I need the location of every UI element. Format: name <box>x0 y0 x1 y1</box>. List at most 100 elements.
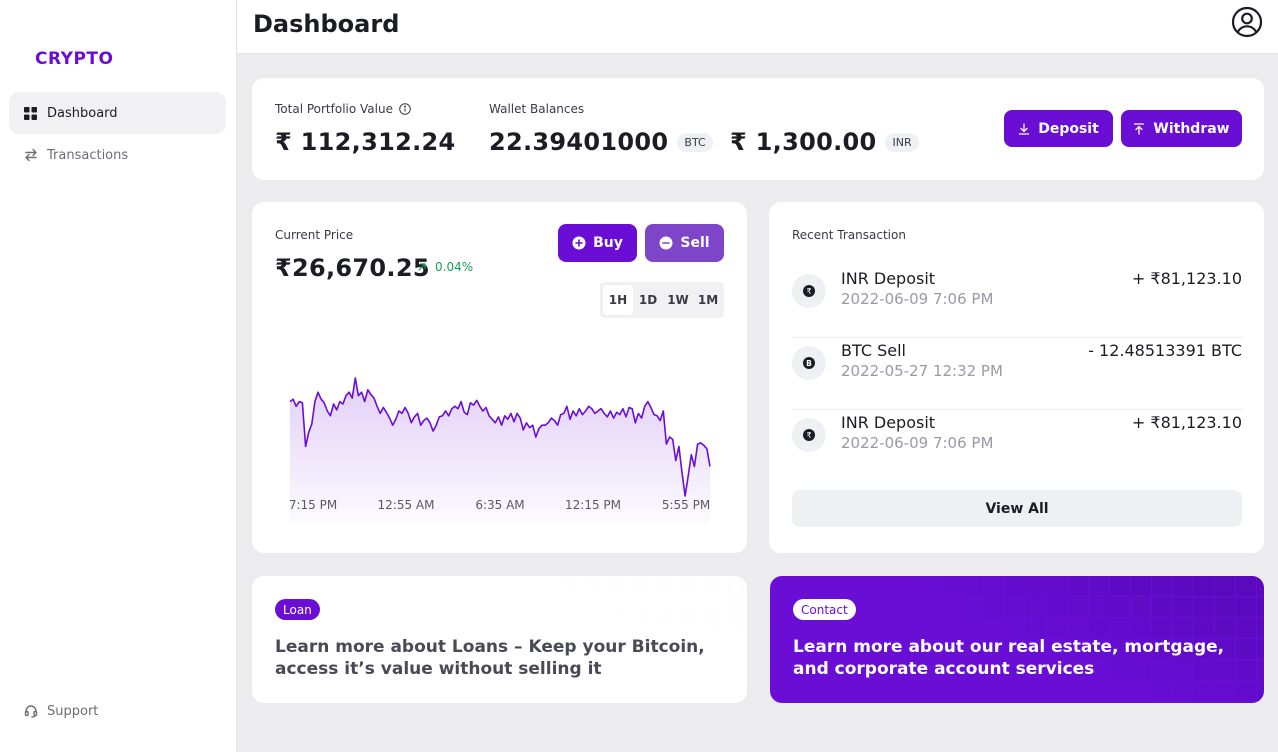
transaction-row[interactable]: B BTC Sell 2022-05-27 12:32 PM - 12.4851… <box>792 338 1242 410</box>
pattern-dot <box>597 579 599 581</box>
transaction-date: 2022-06-09 7:06 PM <box>841 290 994 308</box>
pattern-tile <box>942 576 962 596</box>
pattern-dot <box>585 629 587 631</box>
transaction-date: 2022-05-27 12:32 PM <box>841 362 1003 380</box>
top-header: Dashboard <box>237 0 1278 54</box>
buy-button[interactable]: Buy <box>558 224 637 262</box>
pattern-dot <box>705 629 707 631</box>
pattern-tile <box>963 576 983 596</box>
pattern-dot <box>585 609 587 611</box>
btc-balance-value: 22.39401000 <box>489 128 669 156</box>
pattern-dot <box>573 579 575 581</box>
pattern-tile <box>921 576 941 596</box>
pattern-dot <box>741 589 743 591</box>
pattern-tile <box>984 576 1004 596</box>
sell-button[interactable]: Sell <box>645 224 724 262</box>
pattern-dot <box>501 579 503 581</box>
pattern-dot <box>645 579 647 581</box>
headset-icon <box>23 704 38 719</box>
pattern-dot <box>573 619 575 621</box>
range-1h[interactable]: 1H <box>603 285 633 315</box>
sidebar-item-transactions[interactable]: Transactions <box>9 134 226 176</box>
sidebar: CRYPTO Dashboard Transactions Support <box>0 0 237 752</box>
pattern-dot <box>525 609 527 611</box>
pattern-dot <box>561 629 563 631</box>
contact-promo-card[interactable]: Contact Learn more about our real estate… <box>770 576 1264 703</box>
deposit-button-label: Deposit <box>1038 120 1099 137</box>
pattern-dot <box>657 629 659 631</box>
pattern-dot <box>669 579 671 581</box>
pattern-dot <box>525 589 527 591</box>
pattern-dot <box>549 629 551 631</box>
pattern-dot <box>597 599 599 601</box>
transaction-row[interactable]: ₹ INR Deposit 2022-06-09 7:06 PM + ₹81,1… <box>792 266 1242 338</box>
pattern-dot <box>501 599 503 601</box>
pattern-dot <box>729 609 731 611</box>
info-icon[interactable] <box>399 103 411 115</box>
grid-icon <box>23 106 38 121</box>
pattern-dot <box>657 609 659 611</box>
pattern-dot <box>645 589 647 591</box>
portfolio-card: Total Portfolio Value ₹ 112,312.24 Walle… <box>252 78 1264 180</box>
btc-unit-badge: BTC <box>677 132 713 152</box>
total-portfolio-label: Total Portfolio Value <box>275 102 411 116</box>
withdraw-button[interactable]: Withdraw <box>1121 110 1242 147</box>
pattern-tile <box>1131 576 1151 596</box>
transaction-row[interactable]: ₹ INR Deposit 2022-06-09 7:06 PM + ₹81,1… <box>792 410 1242 482</box>
pattern-tile <box>1068 597 1088 617</box>
pattern-dot <box>705 609 707 611</box>
svg-text:₹: ₹ <box>806 431 811 440</box>
btc-balance: 22.39401000 BTC <box>489 128 713 156</box>
pattern-dot <box>705 589 707 591</box>
inr-unit-badge: INR <box>885 132 919 152</box>
pattern-dot <box>561 619 563 621</box>
withdraw-button-label: Withdraw <box>1153 120 1230 137</box>
pattern-tile <box>1194 576 1214 596</box>
brand-logo[interactable]: CRYPTO <box>35 49 113 69</box>
transaction-title: INR Deposit <box>841 269 936 288</box>
pattern-dot <box>489 579 491 581</box>
download-icon <box>1018 122 1030 135</box>
pattern-dot <box>621 589 623 591</box>
loan-tag: Loan <box>275 599 320 620</box>
pattern-dot <box>657 589 659 591</box>
pattern-tile <box>1110 576 1130 596</box>
pattern-dot <box>537 589 539 591</box>
minus-circle-icon <box>659 236 673 250</box>
pattern-tile <box>1173 618 1193 638</box>
sidebar-item-label: Support <box>47 703 99 719</box>
range-1d[interactable]: 1D <box>633 285 663 315</box>
price-change-value: 0.04% <box>435 260 474 274</box>
pattern-dot <box>537 619 539 621</box>
pattern-dot <box>693 609 695 611</box>
transaction-amount: - 12.48513391 BTC <box>1088 341 1242 360</box>
sell-button-label: Sell <box>680 235 710 251</box>
inr-balance: ₹ 1,300.00 INR <box>730 128 919 156</box>
range-1m[interactable]: 1M <box>693 285 723 315</box>
inr-balance-value: ₹ 1,300.00 <box>730 128 877 156</box>
chart-x-axis: 7:15 PM 12:55 AM 6:35 AM 12:15 PM 5:55 PM <box>275 498 722 514</box>
pattern-dot <box>633 579 635 581</box>
pattern-dot <box>681 629 683 631</box>
pattern-dot <box>657 619 659 621</box>
sidebar-item-support[interactable]: Support <box>9 690 226 732</box>
rupee-coin-icon: ₹ <box>792 274 826 308</box>
x-tick-label: 6:35 AM <box>475 498 525 512</box>
view-all-button[interactable]: View All <box>792 490 1242 527</box>
pattern-dot <box>561 609 563 611</box>
contact-tag: Contact <box>793 599 856 620</box>
sidebar-item-dashboard[interactable]: Dashboard <box>9 92 226 134</box>
loan-promo-card[interactable]: Loan Learn more about Loans – Keep your … <box>252 576 747 703</box>
pattern-dot <box>645 599 647 601</box>
user-circle-icon[interactable] <box>1231 6 1263 38</box>
pattern-dot <box>537 599 539 601</box>
pattern-tile <box>1215 702 1235 703</box>
x-tick-label: 12:55 AM <box>377 498 435 512</box>
x-tick-label: 12:15 PM <box>565 498 621 512</box>
pattern-dot <box>513 579 515 581</box>
pattern-dot <box>693 589 695 591</box>
pattern-tile <box>1257 681 1264 701</box>
deposit-button[interactable]: Deposit <box>1004 110 1113 147</box>
range-1w[interactable]: 1W <box>663 285 693 315</box>
transaction-amount: + ₹81,123.10 <box>1131 413 1242 432</box>
